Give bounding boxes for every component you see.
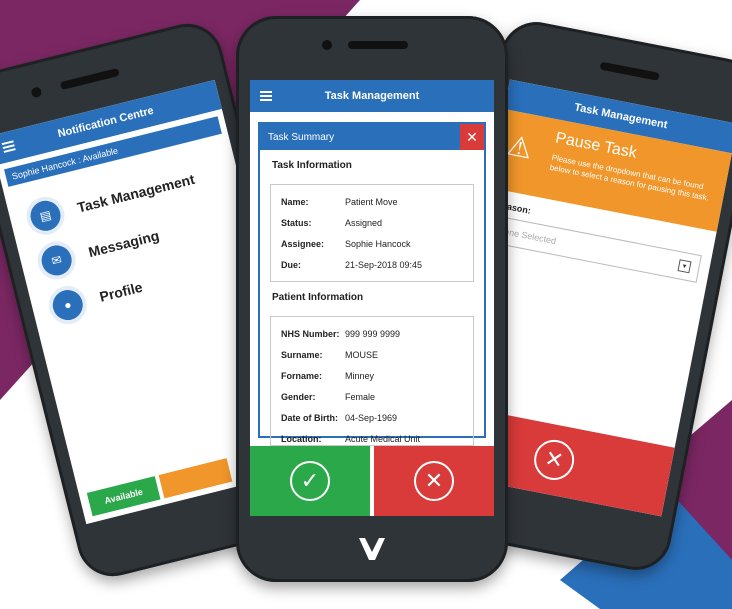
brand-logo-icon xyxy=(359,538,385,560)
info-row: Location: Acute Medical Unit xyxy=(281,428,463,445)
field-value: Patient Move xyxy=(345,196,398,207)
warning-icon: ⚠ xyxy=(504,129,536,165)
task-info-box: Name: Patient Move Status: Assigned Assign… xyxy=(270,184,474,282)
patient-info-box: NHS Number: 999 999 9999 Surname: MOUSE Fo… xyxy=(270,316,474,446)
available-button-label: Available xyxy=(103,486,144,506)
clipboard-icon: ▤ xyxy=(27,197,64,234)
dialog-header: Task Summary ✕ xyxy=(260,124,484,150)
info-row: Due: 21-Sep-2018 09:45 xyxy=(281,254,463,275)
info-row: Date of Birth: 04-Sep-1969 xyxy=(281,407,463,428)
field-value: Female xyxy=(345,391,376,402)
field-label: Due: xyxy=(281,259,301,270)
field-value: 999 999 9999 xyxy=(345,328,401,339)
field-value: Assigned xyxy=(345,217,383,228)
close-icon[interactable]: ✕ xyxy=(460,124,484,150)
field-value: 04-Sep-1969 xyxy=(345,412,398,423)
menu-list: ▤ Task Management ✉ Messaging ● Profile xyxy=(25,156,222,331)
field-value: Acute Medical Unit xyxy=(345,433,421,444)
menu-icon[interactable] xyxy=(260,91,272,101)
task-summary-dialog: Task Summary ✕ Task Information Name: Pat… xyxy=(258,122,486,446)
person-icon: ● xyxy=(49,286,86,324)
task-info-heading: Task Information xyxy=(272,160,352,171)
menu-icon[interactable] xyxy=(1,140,16,153)
dropdown-icon: ▾ xyxy=(677,259,692,274)
info-row: Forname: Minney xyxy=(281,365,463,386)
field-label: NHS Number: xyxy=(281,328,340,339)
reason-select[interactable]: None Selected ▾ xyxy=(488,214,702,283)
center-screen: Task Management Task Summary ✕ Task Info… xyxy=(250,80,494,516)
field-label: Gender: xyxy=(281,391,316,402)
field-value: MOUSE xyxy=(345,349,379,360)
x-circle-icon: ✕ xyxy=(414,461,454,501)
menu-item-label: Messaging xyxy=(86,227,161,261)
info-row: NHS Number: 999 999 9999 xyxy=(281,323,463,344)
field-label: Assignee: xyxy=(281,238,325,249)
center-phone: Task Management Task Summary ✕ Task Info… xyxy=(236,16,508,582)
menu-item-label: Profile xyxy=(97,278,145,305)
accept-button[interactable]: ✓ xyxy=(250,446,370,516)
field-label: Status: xyxy=(281,217,312,228)
info-row: Name: Patient Move xyxy=(281,191,463,212)
field-value: Sophie Hancock xyxy=(345,238,411,249)
reject-button[interactable]: ✕ xyxy=(374,446,494,516)
field-label: Surname: xyxy=(281,349,323,360)
action-buttons: ✓ ✕ xyxy=(250,446,494,516)
message-icon: ✉ xyxy=(38,242,75,279)
check-circle-icon: ✓ xyxy=(290,461,330,501)
info-row: Gender: Female xyxy=(281,386,463,407)
center-app-title: Task Management xyxy=(324,90,420,102)
info-row: Assignee: Sophie Hancock xyxy=(281,233,463,254)
field-value: 21-Sep-2018 09:45 xyxy=(345,259,423,270)
field-label: Forname: xyxy=(281,370,323,381)
cancel-circle-x-icon: ✕ xyxy=(530,436,578,484)
field-label: Name: xyxy=(281,196,309,207)
field-value: Minney xyxy=(345,370,375,381)
dialog-title: Task Summary xyxy=(268,131,335,143)
info-row: Surname: MOUSE xyxy=(281,344,463,365)
center-app-bar: Task Management xyxy=(250,80,494,112)
patient-info-heading: Patient Information xyxy=(272,292,364,303)
field-label: Date of Birth: xyxy=(281,412,338,423)
field-label: Location: xyxy=(281,433,322,444)
info-row: Status: Assigned xyxy=(281,212,463,233)
